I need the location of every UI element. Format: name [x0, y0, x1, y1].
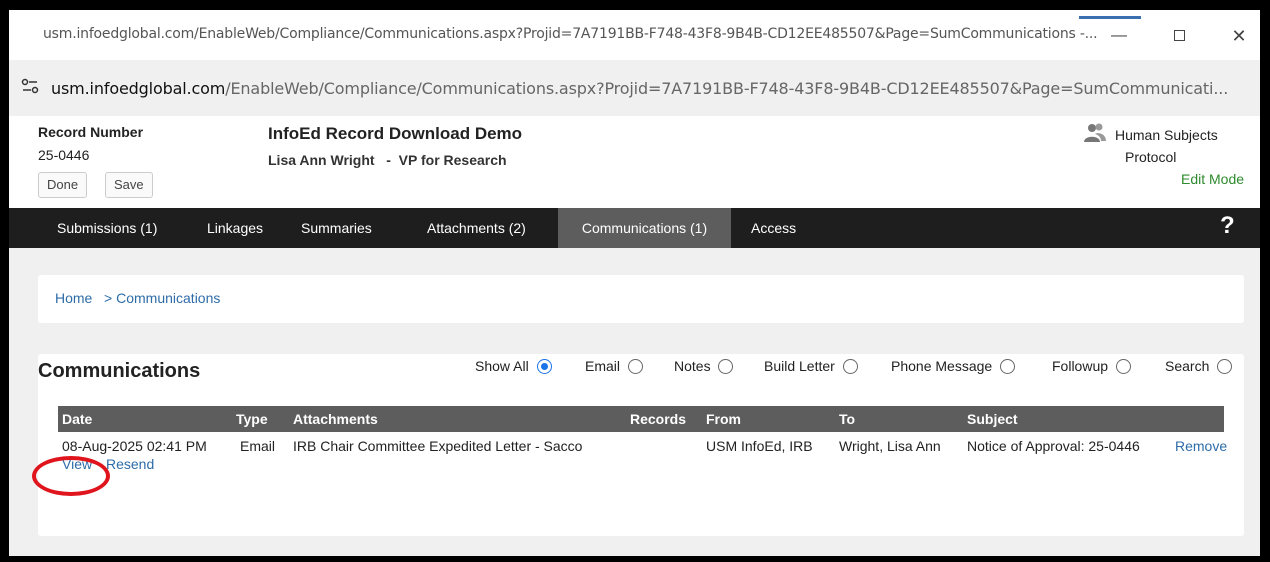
- radio-icon[interactable]: [1217, 359, 1233, 374]
- breadcrumb-separator: >: [104, 290, 113, 306]
- radio-icon[interactable]: [627, 359, 643, 374]
- filter-build-letter[interactable]: Build Letter: [764, 358, 858, 374]
- tab-attachments[interactable]: Attachments (2): [427, 208, 526, 248]
- filter-label: Followup: [1052, 358, 1109, 374]
- cell-type: Email: [240, 438, 276, 454]
- cell-subject: Notice of Approval: 25-0446: [967, 438, 1140, 454]
- col-from[interactable]: From: [706, 411, 741, 427]
- tab-submissions[interactable]: Submissions (1): [57, 208, 157, 248]
- cell-attachments: IRB Chair Committee Expedited Letter - S…: [293, 438, 583, 454]
- people-icon: [1084, 123, 1106, 142]
- col-attachments[interactable]: Attachments: [293, 411, 378, 427]
- filter-show-all[interactable]: Show All: [475, 358, 552, 374]
- communications-card: Communications Show All Email Notes Buil…: [38, 354, 1244, 536]
- title-accent: [1079, 16, 1141, 19]
- filter-label: Notes: [674, 358, 711, 374]
- record-type-line2: Protocol: [1125, 149, 1177, 165]
- table-row: 08-Aug-2025 02:41 PM Email IRB Chair Com…: [58, 432, 1227, 454]
- communications-table: Date Type Attachments Records From To Su…: [58, 406, 1227, 474]
- radio-icon[interactable]: [1000, 359, 1016, 374]
- filter-search[interactable]: Search: [1165, 358, 1233, 374]
- browser-window: usm.infoedglobal.com/EnableWeb/Complianc…: [9, 10, 1260, 556]
- radio-icon[interactable]: [718, 359, 734, 374]
- radio-icon[interactable]: [842, 359, 858, 374]
- address-bar[interactable]: usm.infoedglobal.com/EnableWeb/Complianc…: [9, 60, 1260, 116]
- filter-notes[interactable]: Notes: [674, 358, 734, 374]
- close-button[interactable]: ✕: [1219, 24, 1259, 48]
- record-person: Lisa Ann Wright - VP for Research: [268, 152, 507, 168]
- minimize-button[interactable]: —: [1099, 24, 1139, 48]
- remove-link[interactable]: Remove: [1175, 438, 1227, 454]
- site-info-icon[interactable]: [21, 77, 39, 95]
- record-number-label: Record Number: [38, 124, 144, 140]
- breadcrumb: Home > Communications: [55, 290, 220, 306]
- radio-icon[interactable]: [1115, 359, 1131, 374]
- help-icon[interactable]: ?: [1220, 212, 1235, 240]
- tab-communications[interactable]: Communications (1): [558, 208, 731, 248]
- table-header: Date Type Attachments Records From To Su…: [58, 406, 1224, 432]
- breadcrumb-card: Home > Communications: [38, 275, 1244, 323]
- filter-label: Show All: [475, 358, 529, 374]
- record-type: Human Subjects Protocol: [1115, 124, 1255, 168]
- record-number: 25-0446: [38, 147, 90, 163]
- filter-label: Phone Message: [891, 358, 993, 374]
- tab-linkages[interactable]: Linkages: [207, 208, 263, 248]
- filter-label: Search: [1165, 358, 1210, 374]
- tab-access[interactable]: Access: [751, 208, 796, 248]
- cell-to: Wright, Lisa Ann: [839, 438, 941, 454]
- highlight-circle-annotation: [32, 456, 110, 496]
- maximize-button[interactable]: [1159, 24, 1199, 48]
- window-title: usm.infoedglobal.com/EnableWeb/Complianc…: [43, 26, 1098, 42]
- filter-label: Build Letter: [764, 358, 835, 374]
- maximize-icon: [1173, 30, 1185, 42]
- row-actions: View Resend: [58, 454, 1224, 474]
- done-button[interactable]: Done: [38, 172, 88, 198]
- col-records[interactable]: Records: [630, 411, 686, 427]
- filter-email[interactable]: Email: [585, 358, 643, 374]
- record-type-line1: Human Subjects: [1115, 127, 1218, 143]
- address-url[interactable]: usm.infoedglobal.com/EnableWeb/Complianc…: [51, 79, 1228, 98]
- radio-selected-icon[interactable]: [536, 359, 552, 374]
- cell-from: USM InfoEd, IRB: [706, 438, 813, 454]
- window-title-bar: usm.infoedglobal.com/EnableWeb/Complianc…: [9, 10, 1260, 60]
- breadcrumb-home[interactable]: Home: [55, 290, 92, 306]
- col-type[interactable]: Type: [236, 411, 268, 427]
- breadcrumb-current[interactable]: Communications: [116, 290, 220, 306]
- edit-mode-label: Edit Mode: [1181, 171, 1245, 187]
- url-host: usm.infoedglobal.com: [51, 79, 226, 98]
- col-date[interactable]: Date: [62, 411, 92, 427]
- col-subject[interactable]: Subject: [967, 411, 1018, 427]
- filter-followup[interactable]: Followup: [1052, 358, 1131, 374]
- cell-date: 08-Aug-2025 02:41 PM: [62, 438, 207, 454]
- save-button[interactable]: Save: [105, 172, 153, 198]
- resend-link[interactable]: Resend: [106, 456, 154, 472]
- filter-label: Email: [585, 358, 621, 374]
- communications-title: Communications: [38, 360, 201, 382]
- col-to[interactable]: To: [839, 411, 855, 427]
- tab-navigation: Submissions (1) Linkages Summaries Attac…: [9, 208, 1260, 248]
- tab-summaries[interactable]: Summaries: [301, 208, 372, 248]
- record-header: Record Number 25-0446 Done Save InfoEd R…: [9, 116, 1260, 208]
- filter-phone-message[interactable]: Phone Message: [891, 358, 1016, 374]
- record-title: InfoEd Record Download Demo: [268, 124, 523, 143]
- url-path: /EnableWeb/Compliance/Communications.asp…: [225, 79, 1229, 98]
